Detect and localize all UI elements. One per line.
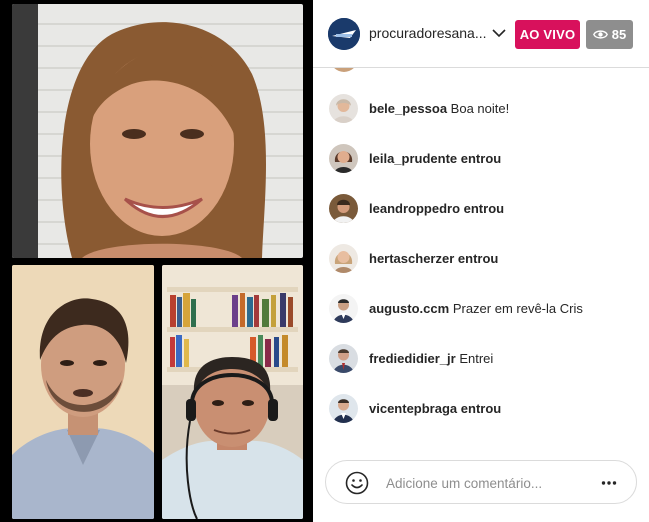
- avatar[interactable]: [329, 393, 358, 423]
- avatar[interactable]: [329, 93, 358, 123]
- host-video-feed: [12, 4, 303, 258]
- comment-username[interactable]: leandroppedro: [369, 201, 460, 216]
- live-badge: AO VIVO: [515, 20, 580, 49]
- chat-header: procuradoresana... AO VIVO 85: [313, 0, 649, 68]
- comment-username[interactable]: augusto.ccm: [369, 301, 449, 316]
- comment-item: leandroppedro entrou: [329, 193, 639, 223]
- comment-text: hertascherzer entrou: [369, 251, 498, 266]
- comment-username[interactable]: bele_pessoa: [369, 101, 447, 116]
- avatar[interactable]: [329, 143, 358, 173]
- live-chat-panel: procuradoresana... AO VIVO 85 bele_pesso…: [313, 0, 649, 522]
- comment-item: leila_prudente entrou: [329, 143, 639, 173]
- comment-message: Entrei: [459, 350, 494, 366]
- channel-avatar[interactable]: [328, 18, 360, 50]
- emoji-icon[interactable]: [345, 471, 369, 495]
- comment-text: leila_prudente entrou: [369, 151, 501, 166]
- comment-username[interactable]: hertascherzer: [369, 251, 454, 266]
- avatar: [330, 68, 358, 72]
- comment-item: augusto.ccm Prazer em revê-la Cris: [329, 293, 639, 323]
- comment-bar: [325, 460, 637, 504]
- more-options-icon[interactable]: [601, 475, 617, 491]
- avatar[interactable]: [329, 243, 358, 273]
- avatar[interactable]: [329, 193, 358, 223]
- comment-input[interactable]: [386, 472, 586, 494]
- video-tile-guest-1[interactable]: [12, 265, 154, 519]
- comment-item: bele_pessoa Boa noite!: [329, 93, 639, 123]
- comment-joined-label: entrou: [457, 250, 499, 266]
- comment-text: frediedidier_jr Entrei: [369, 351, 493, 366]
- channel-name[interactable]: procuradoresana...: [369, 25, 487, 41]
- chevron-down-icon[interactable]: [492, 28, 506, 38]
- comment-joined-label: entrou: [460, 400, 502, 416]
- video-tile-guest-2[interactable]: [162, 265, 303, 519]
- comment-text: leandroppedro entrou: [369, 201, 504, 216]
- comment-item: frediedidier_jr Entrei: [329, 343, 639, 373]
- channel-logo-icon: [328, 18, 360, 50]
- comment-list[interactable]: bele_pessoa Boa noite! leila_prudente en…: [313, 68, 649, 453]
- guest-1-video-feed: [12, 265, 154, 519]
- comment-text: augusto.ccm Prazer em revê-la Cris: [369, 301, 583, 316]
- comment-message: Prazer em revê-la Cris: [452, 300, 583, 316]
- comment-text: bele_pessoa Boa noite!: [369, 101, 509, 116]
- comment-joined-label: entrou: [460, 150, 502, 166]
- viewer-count: 85: [611, 27, 627, 42]
- video-tile-host[interactable]: [12, 4, 303, 258]
- guest-2-video-feed: [162, 265, 303, 519]
- eye-icon: [592, 30, 608, 39]
- comment-message: Boa noite!: [450, 100, 510, 116]
- avatar[interactable]: [329, 293, 358, 323]
- avatar[interactable]: [329, 343, 358, 373]
- comment-joined-label: entrou: [463, 200, 505, 216]
- comment-username[interactable]: leila_prudente: [369, 151, 457, 166]
- comment-text: vicentepbraga entrou: [369, 401, 501, 416]
- live-badge-label: AO VIVO: [519, 27, 576, 42]
- comment-item: vicentepbraga entrou: [329, 393, 639, 423]
- comment-item: hertascherzer entrou: [329, 243, 639, 273]
- comment-username[interactable]: frediedidier_jr: [369, 351, 456, 366]
- comment-username[interactable]: vicentepbraga: [369, 401, 457, 416]
- viewer-count-badge[interactable]: 85: [586, 20, 633, 49]
